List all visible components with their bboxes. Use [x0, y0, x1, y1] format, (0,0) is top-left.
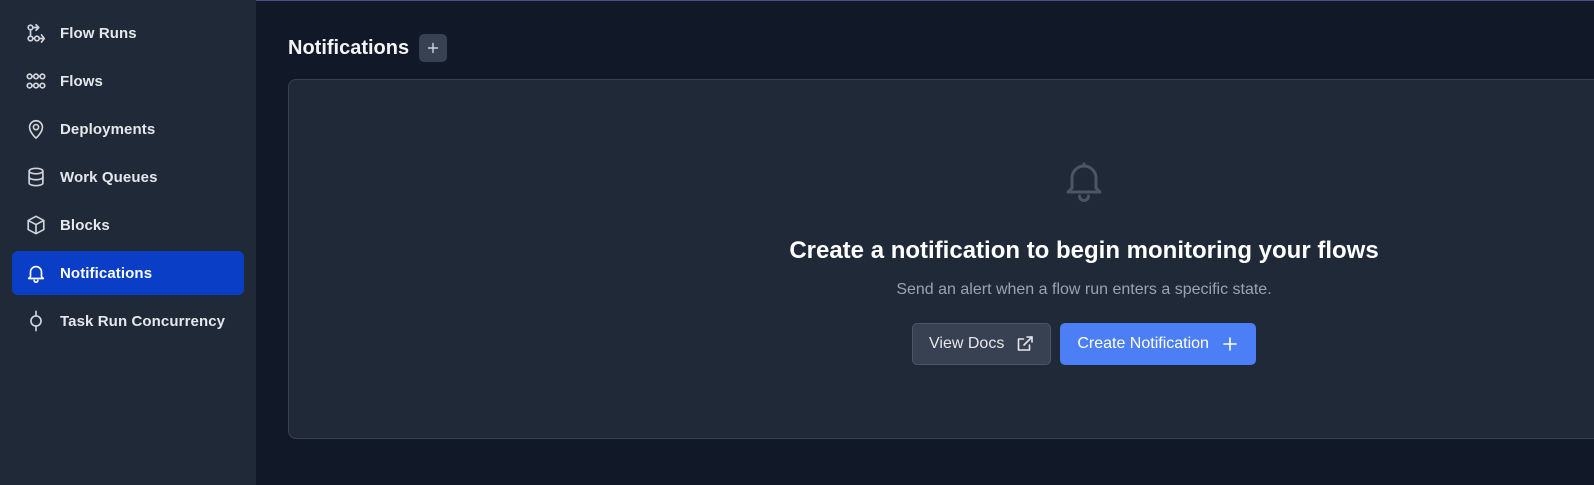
- empty-state-card: Create a notification to begin monitorin…: [288, 79, 1594, 439]
- sidebar-item-deployments[interactable]: Deployments: [12, 107, 244, 151]
- empty-state-subtitle: Send an alert when a flow run enters a s…: [896, 281, 1272, 298]
- sidebar-item-label: Blocks: [60, 216, 110, 234]
- main-content: Notifications Create a notification to b…: [256, 0, 1594, 485]
- sidebar-item-label: Task Run Concurrency: [60, 312, 226, 330]
- sidebar-item-label: Flow Runs: [60, 24, 137, 42]
- sidebar-item-label: Flows: [60, 72, 104, 90]
- sidebar-item-work-queues[interactable]: Work Queues: [12, 155, 244, 199]
- app-shell: Flow Runs Flows Deployments Work Queues …: [0, 0, 1594, 485]
- cube-icon: [24, 213, 48, 237]
- database-icon: [24, 165, 48, 189]
- sidebar-item-flow-runs[interactable]: Flow Runs: [12, 11, 244, 55]
- external-link-icon: [1016, 335, 1034, 353]
- sidebar-item-blocks[interactable]: Blocks: [12, 203, 244, 247]
- create-notification-button[interactable]: Create Notification: [1060, 323, 1256, 365]
- view-docs-button[interactable]: View Docs: [912, 323, 1052, 365]
- sidebar-item-label: Work Queues: [60, 168, 158, 186]
- map-pin-icon: [24, 117, 48, 141]
- empty-state-actions: View Docs Create Notification: [912, 323, 1256, 365]
- flow-runs-icon: [24, 21, 48, 45]
- sidebar-item-notifications[interactable]: Notifications: [12, 251, 244, 295]
- plus-icon: [427, 42, 439, 54]
- sidebar-item-task-run-concurrency[interactable]: Task Run Concurrency: [12, 299, 244, 343]
- bell-icon: [24, 261, 48, 285]
- sidebar: Flow Runs Flows Deployments Work Queues …: [0, 0, 256, 485]
- page-header: Notifications: [288, 34, 1594, 62]
- add-notification-button[interactable]: [419, 34, 448, 62]
- sidebar-item-flows[interactable]: Flows: [12, 59, 244, 103]
- sidebar-item-label: Notifications: [60, 264, 153, 282]
- page-title: Notifications: [288, 36, 410, 59]
- create-notification-label: Create Notification: [1077, 335, 1209, 352]
- plus-icon: [1221, 335, 1239, 353]
- sidebar-item-label: Deployments: [60, 120, 156, 138]
- flows-icon: [24, 69, 48, 93]
- empty-state-title: Create a notification to begin monitorin…: [789, 237, 1379, 264]
- bell-icon: [1060, 156, 1108, 204]
- view-docs-label: View Docs: [929, 335, 1005, 352]
- concurrency-icon: [24, 309, 48, 333]
- empty-state: Create a notification to begin monitorin…: [784, 80, 1384, 365]
